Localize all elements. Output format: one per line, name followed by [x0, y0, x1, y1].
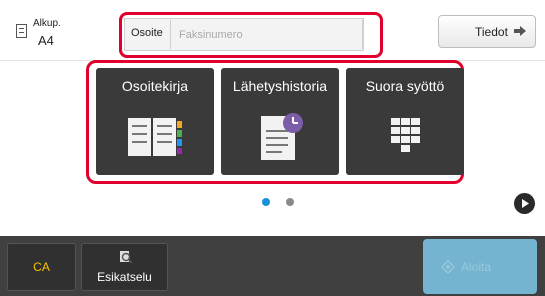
fax-screen: Alkup. A4 Osoite Tiedot Osoitekirja — [0, 0, 545, 296]
tile-label: Osoitekirja — [121, 78, 189, 94]
tile-send-history[interactable]: Lähetyshistoria — [221, 68, 339, 175]
arrow-right-icon — [514, 26, 526, 36]
details-label: Tiedot — [475, 25, 508, 39]
original-label: Alkup. — [33, 18, 61, 29]
start-button[interactable]: Aloita — [423, 239, 537, 294]
preview-label: Esikatselu — [97, 270, 152, 284]
page-dot-active[interactable] — [262, 198, 270, 206]
original-size-indicator[interactable]: Alkup. A4 — [16, 18, 62, 52]
tile-address-book[interactable]: Osoitekirja — [96, 68, 214, 175]
ca-button[interactable]: CA — [7, 243, 76, 291]
magnifier-icon — [120, 251, 133, 264]
tile-direct-entry[interactable]: Suora syöttö — [346, 68, 464, 175]
fax-number-input[interactable] — [170, 20, 360, 49]
address-book-icon — [128, 118, 182, 156]
page-dot[interactable] — [286, 198, 294, 206]
play-right-icon — [522, 199, 529, 208]
start-diamond-icon — [441, 260, 455, 274]
tile-label: Lähetyshistoria — [232, 78, 328, 94]
next-page-button[interactable] — [514, 193, 535, 214]
start-label: Aloita — [461, 260, 492, 274]
send-history-icon — [261, 113, 303, 160]
details-button[interactable]: Tiedot — [438, 15, 536, 48]
address-divider — [362, 20, 363, 49]
address-label: Osoite — [131, 27, 163, 39]
ca-label: CA — [33, 260, 50, 274]
tile-label: Suora syöttö — [365, 78, 445, 94]
document-icon — [16, 24, 27, 38]
original-size-value: A4 — [38, 33, 54, 48]
preview-button[interactable]: Esikatselu — [81, 243, 168, 291]
keypad-icon — [391, 118, 420, 152]
